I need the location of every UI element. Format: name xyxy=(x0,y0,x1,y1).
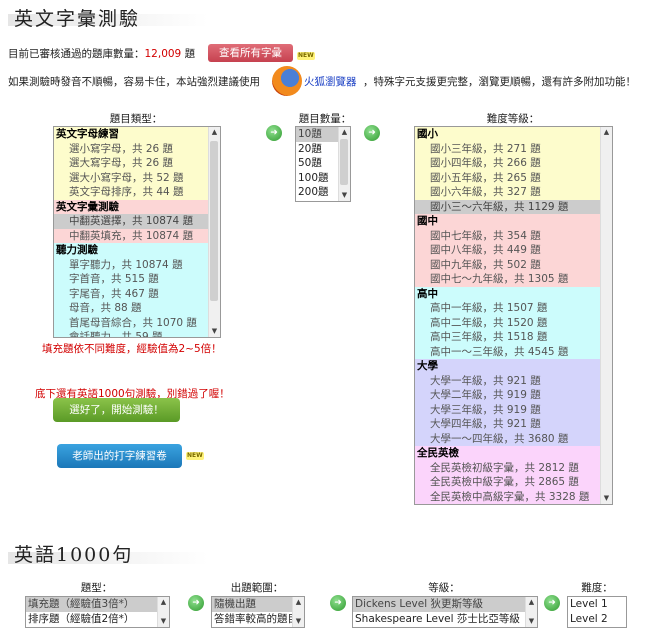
list-option[interactable]: 國中七年級，共 354 題 xyxy=(415,228,612,243)
option-group-label: 全民英檢 xyxy=(415,446,612,461)
list-option[interactable]: 國中八年級，共 449 題 xyxy=(415,243,612,258)
option-group-label: 國中 xyxy=(415,214,612,229)
option-group-label: 高中 xyxy=(415,286,612,301)
scroll-up-icon[interactable]: ▲ xyxy=(294,598,303,607)
list-option[interactable]: 英文字母排序，共 44 題 xyxy=(54,185,220,200)
list-option[interactable]: 選大小寫字母，共 52 題 xyxy=(54,170,220,185)
next-arrow-icon: ➜ xyxy=(188,595,204,611)
scroll-down-icon[interactable]: ▼ xyxy=(210,327,219,336)
quantity-label: 題目數量： xyxy=(298,113,352,125)
list-option[interactable]: 中翻英填充，共 10874 題 xyxy=(54,228,220,243)
list-option[interactable]: 全民英檢初級字彙，共 2812 題 xyxy=(415,460,612,475)
list-option[interactable]: 會話聽力，共 59 題 xyxy=(54,330,220,337)
view-all-words-button[interactable]: 查看所有字彙 xyxy=(208,44,293,62)
scroll-up-icon[interactable]: ▲ xyxy=(210,128,219,137)
list-option[interactable]: 高中二年級，共 1520 題 xyxy=(415,315,612,330)
list-option[interactable]: 字首音，共 515 題 xyxy=(54,272,220,287)
topic-type-select[interactable]: 英文字母練習 選小寫字母，共 26 題選大寫字母，共 26 題選大小寫字母，共 5… xyxy=(53,126,221,338)
list-option[interactable]: 隨機出題 xyxy=(212,597,304,612)
list-option[interactable]: 全民英檢中高級字彙，共 3328 題 xyxy=(415,489,612,504)
list-option[interactable]: 全民英檢中級字彙，共 2865 題 xyxy=(415,475,612,490)
list-option[interactable]: 中翻英選擇，共 10874 題 xyxy=(54,214,220,229)
level-select[interactable]: Dickens Level 狄更斯等級 Shakespeare Level 莎士比… xyxy=(352,596,538,628)
quantity-scrollbar[interactable]: ▲ ▼ xyxy=(338,127,350,201)
list-option[interactable]: 大學一～四年級，共 3680 題 xyxy=(415,431,612,446)
firefox-icon[interactable] xyxy=(272,66,302,96)
typing-practice-button[interactable]: 老師出的打字練習卷 xyxy=(57,444,182,468)
range-select[interactable]: 隨機出題 答錯率較高的題目 ▲ ▼ xyxy=(211,596,305,628)
scrollbar[interactable]: ▲ ▼ xyxy=(157,597,169,627)
list-option[interactable]: 單字聽力，共 10874 題 xyxy=(54,257,220,272)
option-group-label: 大學 xyxy=(415,359,612,374)
list-option[interactable]: 國中九年級，共 502 題 xyxy=(415,257,612,272)
difficulty-select[interactable]: 國小 國小三年級，共 271 題國小四年級，共 266 題國小五年級，共 265 … xyxy=(414,126,613,505)
diff2-select[interactable]: Level 1 Level 2 xyxy=(567,596,627,628)
list-option[interactable]: 母音，共 88 題 xyxy=(54,301,220,316)
page-title: 英文字彙測驗 xyxy=(14,8,141,30)
new-badge: NEW xyxy=(186,452,204,460)
scroll-down-icon[interactable]: ▼ xyxy=(294,617,303,626)
list-option[interactable]: 大學一年級，共 921 題 xyxy=(415,373,612,388)
list-option[interactable]: 大學二年級，共 919 題 xyxy=(415,388,612,403)
option-group-label: 英文字母練習 xyxy=(54,127,220,142)
list-option[interactable]: 選小寫字母，共 26 題 xyxy=(54,141,220,156)
scroll-down-icon[interactable]: ▼ xyxy=(527,617,536,626)
scroll-down-icon[interactable]: ▼ xyxy=(340,191,349,200)
option-group-label: 國小 xyxy=(415,127,612,142)
list-option[interactable]: Level 1 xyxy=(568,597,626,612)
list-option[interactable]: 國小三～六年級，共 1129 題 xyxy=(415,199,612,214)
list-option[interactable]: 首尾母音綜合，共 1070 題 xyxy=(54,315,220,330)
list-option[interactable]: 高中一～三年級，共 4545 題 xyxy=(415,344,612,359)
next-arrow-icon: ➜ xyxy=(266,125,282,141)
question-count: 目前已審核通過的題庫數量：12,009 題 xyxy=(8,48,196,60)
scroll-up-icon[interactable]: ▲ xyxy=(602,128,611,137)
difficulty-scrollbar[interactable]: ▲ ▼ xyxy=(600,127,612,504)
scroll-up-icon[interactable]: ▲ xyxy=(527,598,536,607)
scroll-thumb[interactable] xyxy=(340,139,348,185)
next-arrow-icon: ➜ xyxy=(544,595,560,611)
topic-type-label: 題目類型： xyxy=(109,113,163,125)
list-option[interactable]: 國小三年級，共 271 題 xyxy=(415,141,612,156)
level-label: 等級： xyxy=(428,582,460,594)
list-option[interactable]: 字尾音，共 467 題 xyxy=(54,286,220,301)
section2-title: 英語1000句 xyxy=(14,544,134,566)
diff2-label: 難度： xyxy=(581,582,613,594)
range-label: 出題範圍： xyxy=(230,582,284,594)
notice-after: ，特殊字元支援更完整，瀏覽更順暢，還有許多附加功能！ xyxy=(363,76,636,88)
list-option[interactable]: 高中三年級，共 1518 題 xyxy=(415,330,612,345)
new-badge: NEW xyxy=(297,52,315,60)
list-option[interactable]: 以上皆有 xyxy=(415,504,612,505)
list-option[interactable]: 國中七～九年級，共 1305 題 xyxy=(415,272,612,287)
list-option[interactable]: Dickens Level 狄更斯等級 xyxy=(353,597,537,612)
option-group-label: 聽力測驗 xyxy=(54,243,220,258)
list-option[interactable]: 大學四年級，共 921 題 xyxy=(415,417,612,432)
notice-before: 如果測驗時發音不順暢，容易卡住，本站強烈建議使用 xyxy=(8,76,260,88)
list-option[interactable]: 國小四年級，共 266 題 xyxy=(415,156,612,171)
list-option[interactable]: 選大寫字母，共 26 題 xyxy=(54,156,220,171)
scrollbar[interactable]: ▲ ▼ xyxy=(525,597,537,627)
scroll-thumb[interactable] xyxy=(210,141,218,301)
scroll-up-icon[interactable]: ▲ xyxy=(340,128,349,137)
list-option[interactable]: 國小六年級，共 327 題 xyxy=(415,185,612,200)
firefox-link[interactable]: 火狐瀏覽器 xyxy=(304,74,357,89)
topic-scrollbar[interactable]: ▲ ▼ xyxy=(208,127,220,337)
scroll-up-icon[interactable]: ▲ xyxy=(159,598,168,607)
list-option[interactable]: 大學三年級，共 919 題 xyxy=(415,402,612,417)
sentence-type-select[interactable]: 填充題（經驗值3倍*） 排序題（經驗值2倍*） ▲ ▼ xyxy=(25,596,170,628)
list-option[interactable]: 填充題（經驗值3倍*） xyxy=(26,597,169,612)
quantity-select[interactable]: 10題 20題 50題 100題 200題 ▲ ▼ xyxy=(295,126,351,202)
scrollbar[interactable]: ▲ ▼ xyxy=(292,597,304,627)
scroll-down-icon[interactable]: ▼ xyxy=(602,494,611,503)
fill-in-note: 填充題依不同難度，經驗值為2~5倍！ xyxy=(42,343,222,355)
list-option[interactable]: 高中一年級，共 1507 題 xyxy=(415,301,612,316)
list-option[interactable]: 國小五年級，共 265 題 xyxy=(415,170,612,185)
start-quiz-button[interactable]: 選好了，開始測驗！ xyxy=(53,398,180,422)
scroll-down-icon[interactable]: ▼ xyxy=(159,617,168,626)
next-arrow-icon: ➜ xyxy=(330,595,346,611)
difficulty-label: 難度等級： xyxy=(486,113,540,125)
next-arrow-icon: ➜ xyxy=(364,125,380,141)
option-group-label: 英文字彙測驗 xyxy=(54,199,220,214)
sentence-type-label: 題型： xyxy=(80,582,113,594)
